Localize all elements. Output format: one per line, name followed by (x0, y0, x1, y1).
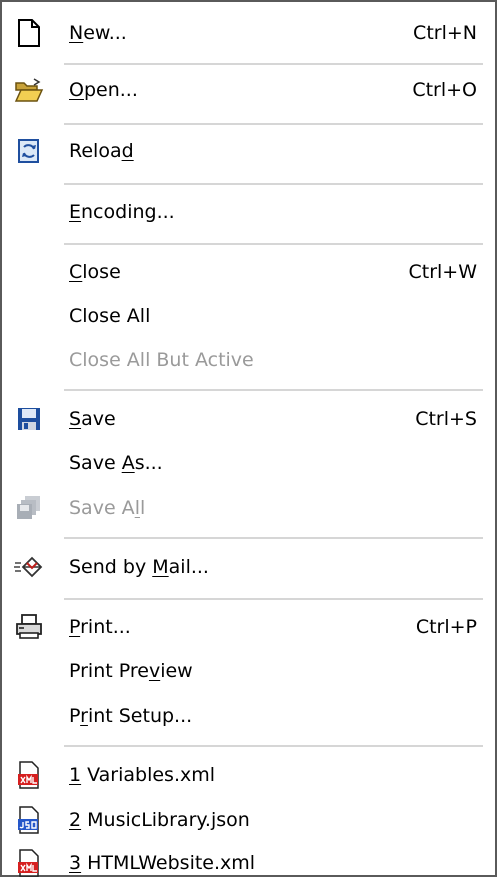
menu-item-label: Print Setup... (69, 705, 193, 727)
menu-item-print[interactable]: Print... Ctrl+P (2, 606, 495, 648)
xml-file-icon (14, 848, 44, 878)
menu-item-label: 2 MusicLibrary.json (69, 809, 250, 831)
menu-item-save[interactable]: Save Ctrl+S (2, 398, 495, 440)
file-menu: New... Ctrl+N Open... Ctrl+O Reload Enco… (0, 0, 497, 877)
menu-item-open[interactable]: Open... Ctrl+O (2, 69, 495, 111)
menu-item-label: Reload (69, 140, 134, 162)
recent-file-1[interactable]: 1 Variables.xml (2, 754, 495, 796)
menu-separator (64, 389, 483, 391)
json-file-icon (14, 805, 44, 835)
save-all-icon (14, 493, 44, 523)
recent-file-2[interactable]: 2 MusicLibrary.json (2, 799, 495, 841)
menu-item-label: Close All But Active (69, 349, 254, 371)
menu-separator (64, 598, 483, 600)
menu-item-label: Print... (69, 616, 131, 638)
menu-item-new[interactable]: New... Ctrl+N (2, 12, 495, 54)
xml-file-icon (14, 760, 44, 790)
menu-item-shortcut: Ctrl+O (412, 79, 477, 101)
menu-item-label: Send by Mail... (69, 556, 209, 578)
menu-item-close-all-but-active: Close All But Active (2, 339, 495, 381)
new-document-icon (14, 18, 44, 48)
menu-item-shortcut: Ctrl+W (408, 261, 477, 283)
menu-item-label: Save As... (69, 452, 163, 474)
menu-item-label: Save All (69, 497, 146, 519)
menu-item-reload[interactable]: Reload (2, 130, 495, 172)
menu-item-label: Encoding... (69, 201, 175, 223)
menu-item-label: New... (69, 22, 127, 44)
menu-item-shortcut: Ctrl+P (415, 616, 477, 638)
printer-icon (14, 612, 44, 642)
menu-item-shortcut: Ctrl+N (413, 22, 477, 44)
menu-item-encoding[interactable]: Encoding... (2, 191, 495, 233)
menu-item-label: Print Preview (69, 660, 193, 682)
send-mail-icon (14, 552, 44, 582)
open-folder-icon (14, 75, 44, 105)
recent-file-3[interactable]: 3 HTMLWebsite.xml (2, 842, 495, 884)
menu-item-print-preview[interactable]: Print Preview (2, 650, 495, 692)
save-icon (14, 404, 44, 434)
menu-item-label: Close All (69, 305, 151, 327)
menu-separator (64, 123, 483, 125)
menu-item-send-by-mail[interactable]: Send by Mail... (2, 546, 495, 588)
menu-item-close-all[interactable]: Close All (2, 295, 495, 337)
menu-item-save-as[interactable]: Save As... (2, 442, 495, 484)
reload-icon (14, 136, 44, 166)
menu-item-label: Close (69, 261, 121, 283)
menu-item-print-setup[interactable]: Print Setup... (2, 695, 495, 737)
menu-item-label: 3 HTMLWebsite.xml (69, 852, 256, 874)
menu-item-label: 1 Variables.xml (69, 764, 216, 786)
menu-item-save-all: Save All (2, 487, 495, 529)
menu-separator (64, 183, 483, 185)
menu-separator (64, 243, 483, 245)
menu-separator (64, 537, 483, 539)
menu-item-label: Save (69, 408, 116, 430)
menu-item-close[interactable]: Close Ctrl+W (2, 251, 495, 293)
menu-item-label: Open... (69, 79, 138, 101)
menu-separator (64, 63, 483, 65)
menu-separator (64, 745, 483, 747)
menu-item-shortcut: Ctrl+S (415, 408, 477, 430)
